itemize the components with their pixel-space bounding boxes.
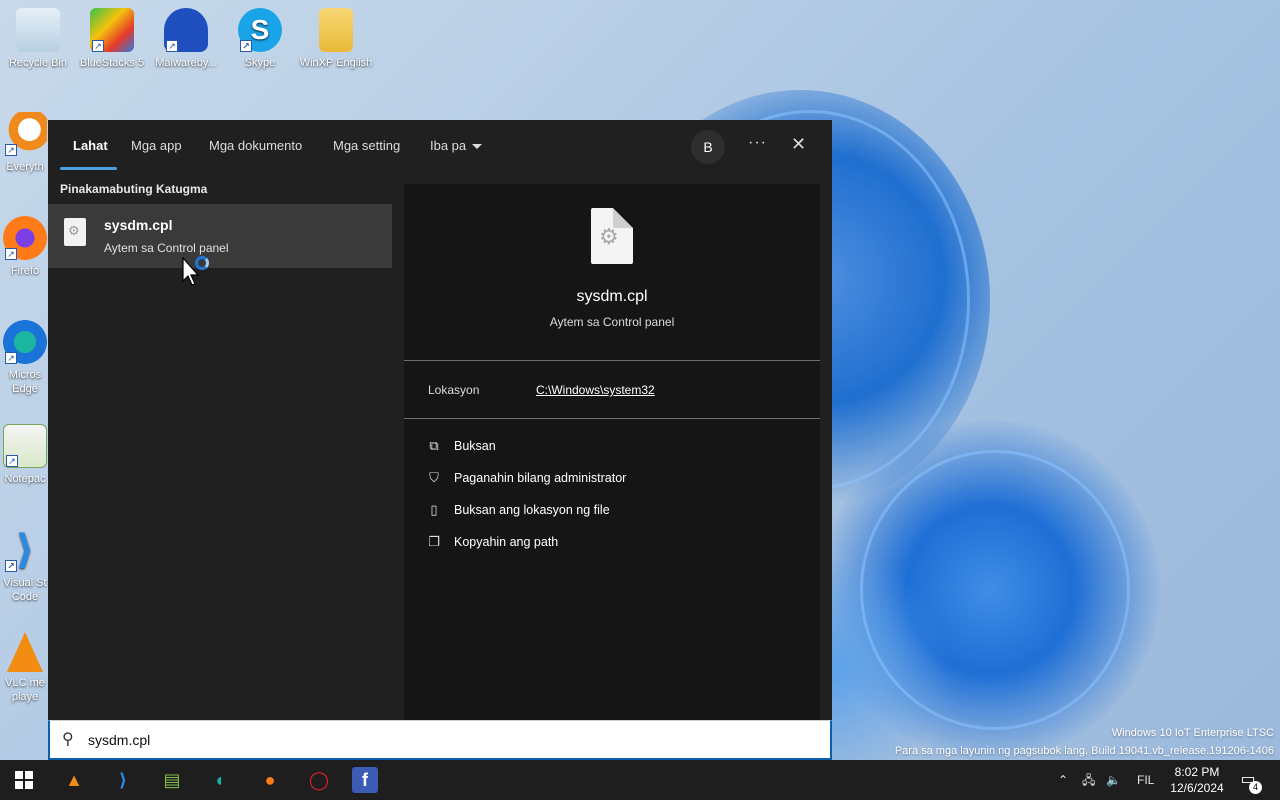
wallpaper-ring (860, 450, 1130, 730)
tab-more[interactable]: Iba pa (430, 138, 483, 153)
desktop-icon-label: Recycle Bin (8, 57, 68, 69)
tab-apps[interactable]: Mga app (131, 138, 182, 153)
chevron-down-icon (472, 144, 483, 150)
folder-icon: ▯ (430, 502, 438, 517)
desktop-icon-label: VLC me playe (5, 677, 45, 703)
action-label: Buksan ang lokasyon ng file (454, 503, 610, 517)
skype-icon: S ↗ (238, 8, 282, 52)
result-name: sysdm.cpl (104, 217, 173, 233)
control-panel-file-icon: ⚙ (591, 208, 633, 264)
clock-date: 12/6/2024 (1170, 781, 1224, 795)
desktop-icon-recycle-bin[interactable]: Recycle Bin (0, 8, 76, 70)
action-run-as-admin[interactable]: ⛉ Paganahin bilang administrator (426, 470, 626, 490)
notepad-icon: ↗ (3, 424, 47, 468)
windows-watermark-edition: Windows 10 IoT Enterprise LTSC (1111, 727, 1274, 739)
desktop-icon-edge[interactable]: ↗ Micros Edge (0, 320, 54, 396)
action-copy-path[interactable]: ❐ Kopyahin ang path (426, 534, 558, 554)
close-icon[interactable]: ✕ (791, 134, 806, 155)
tab-documents[interactable]: Mga dokumento (209, 138, 302, 153)
everything-search-icon: ↗ (3, 112, 47, 156)
notification-center-icon[interactable]: ▭ 4 (1236, 768, 1262, 794)
vlc-icon (7, 632, 43, 672)
busy-spinner-icon (195, 256, 209, 270)
action-label: Buksan (454, 439, 496, 453)
desktop-icon-label: Micros Edge (8, 369, 42, 395)
windows-watermark-build: Para sa mga layunin ng pagsubok lang. Bu… (894, 745, 1274, 757)
copy-icon: ❐ (428, 534, 440, 549)
action-label: Paganahin bilang administrator (454, 471, 627, 485)
bluestacks-icon: ↗ (90, 8, 134, 52)
action-open-file-location[interactable]: ▯ Buksan ang lokasyon ng file (426, 502, 610, 522)
result-type: Aytem sa Control panel (104, 241, 229, 255)
facebook-taskbar-icon[interactable]: f (352, 767, 378, 793)
account-avatar[interactable]: B (691, 130, 725, 164)
divider (404, 418, 820, 419)
action-open[interactable]: ⧉ Buksan (426, 438, 496, 458)
desktop-icon-vlc[interactable]: VLC me playe (0, 632, 54, 704)
malwarebytes-icon: ↗ (164, 8, 208, 52)
open-icon: ⧉ (429, 438, 439, 453)
tab-all[interactable]: Lahat (73, 138, 108, 153)
opera-taskbar-icon[interactable]: ◯ (303, 764, 335, 796)
desktop-icon-bluestacks[interactable]: ↗ BlueStacks 5 (74, 8, 150, 70)
clock[interactable]: 8:02 PM 12/6/2024 (1166, 764, 1228, 796)
language-indicator[interactable]: FIL (1137, 760, 1154, 800)
taskbar: ▲ ⟩ ▤ ◐ ● ◯ f ⌃ 🖧 🔈 FIL 8:02 PM 12/6/202… (0, 760, 1280, 800)
search-icon: ⚲ (62, 731, 74, 748)
desktop-icon-label: Firefo (10, 265, 40, 277)
control-panel-file-icon (64, 218, 86, 246)
location-label: Lokasyon (428, 383, 480, 397)
desktop-icon-label: Everyth (6, 161, 44, 173)
notepad-taskbar-icon[interactable]: ▤ (156, 764, 188, 796)
search-bar[interactable]: ⚲ (48, 720, 832, 760)
desktop-icon-skype[interactable]: S ↗ Skype (222, 8, 298, 70)
action-label: Kopyahin ang path (454, 535, 559, 549)
edge-icon: ↗ (3, 320, 47, 364)
desktop-icon-label: WinXP English (299, 57, 373, 69)
tab-more-label: Iba pa (430, 138, 467, 153)
edge-taskbar-icon[interactable]: ◐ (205, 764, 237, 796)
desktop-icon-label: Notepac (4, 473, 46, 485)
best-match-heading: Pinakamabuting Katugma (60, 182, 208, 196)
clock-time: 8:02 PM (1174, 765, 1220, 779)
start-button[interactable] (8, 764, 40, 796)
vlc-taskbar-icon[interactable]: ▲ (58, 764, 90, 796)
vscode-taskbar-icon[interactable]: ⟩ (107, 764, 139, 796)
search-tabs: Lahat Mga app Mga dokumento Mga setting … (48, 120, 832, 172)
search-panel: Lahat Mga app Mga dokumento Mga setting … (48, 120, 832, 760)
desktop-icon-vscode[interactable]: ⟩ ↗ Visual St Code (0, 528, 54, 604)
detail-name: sysdm.cpl (576, 288, 648, 305)
detail-pane: ⚙ sysdm.cpl Aytem sa Control panel Lokas… (404, 184, 820, 724)
recycle-bin-icon (16, 8, 60, 52)
windows-logo-icon (15, 771, 33, 789)
network-icon[interactable]: 🖧 (1082, 760, 1095, 800)
desktop-icon-label: Skype (244, 57, 276, 69)
detail-type: Aytem sa Control panel (549, 315, 675, 329)
desktop-icon-everything[interactable]: ↗ Everyth (0, 112, 54, 174)
volume-icon[interactable]: 🔈 (1106, 760, 1121, 800)
firefox-taskbar-icon[interactable]: ● (254, 764, 286, 796)
more-options-icon[interactable]: ··· (748, 134, 767, 152)
search-input[interactable] (88, 729, 788, 751)
desktop-icon-firefox[interactable]: ↗ Firefo (0, 216, 54, 278)
notification-count-badge: 4 (1249, 781, 1262, 794)
vscode-icon: ⟩ ↗ (3, 528, 47, 572)
folder-icon (319, 8, 353, 52)
desktop-icon-label: Visual St Code (3, 577, 47, 603)
desktop-icon-winxp-folder[interactable]: WinXP English (298, 8, 374, 70)
active-tab-indicator (60, 167, 117, 170)
best-match-result[interactable]: sysdm.cpl Aytem sa Control panel (48, 204, 392, 268)
divider (404, 360, 820, 361)
desktop-icon-label: Malwareby... (155, 57, 217, 69)
show-hidden-icons-chevron-icon[interactable]: ⌃ (1058, 760, 1068, 800)
shield-icon: ⛉ (429, 470, 439, 485)
desktop-icon-label: BlueStacks 5 (79, 57, 145, 69)
firefox-icon: ↗ (3, 216, 47, 260)
tab-settings[interactable]: Mga setting (333, 138, 400, 153)
desktop-icon-malwarebytes[interactable]: ↗ Malwareby... (148, 8, 224, 70)
desktop-icon-notepad[interactable]: ↗ Notepac (0, 424, 54, 486)
location-link[interactable]: C:\Windows\system32 (536, 383, 655, 397)
